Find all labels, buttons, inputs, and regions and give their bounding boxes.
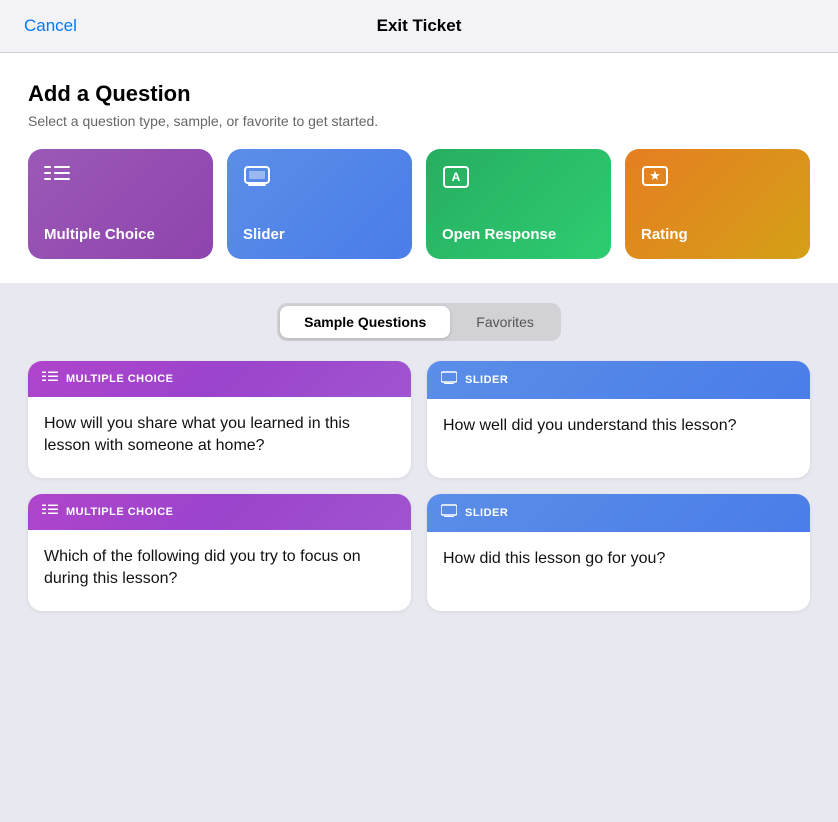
multiple-choice-small-icon	[42, 371, 58, 387]
tab-group: Sample Questions Favorites	[277, 303, 561, 341]
sample-card-slider-1-header: SLIDER	[427, 361, 810, 399]
sample-card-slider-1-type-label: SLIDER	[465, 374, 508, 386]
svg-text:★: ★	[649, 168, 661, 183]
sample-card-mc-1-header: MULTIPLE CHOICE	[28, 361, 411, 397]
slider-icon	[243, 165, 396, 194]
main-content-section: Add a Question Select a question type, s…	[0, 53, 838, 283]
sample-card-mc-2-question: Which of the following did you try to fo…	[28, 530, 411, 611]
sample-card-mc-1-type-label: MULTIPLE CHOICE	[66, 373, 174, 385]
sample-cards-grid: MULTIPLE CHOICE How will you share what …	[28, 361, 810, 611]
type-card-rating[interactable]: ★ Rating	[625, 149, 810, 259]
slider-small-icon-2	[441, 504, 457, 522]
bottom-section: Sample Questions Favorites MULTIPLE	[0, 283, 838, 822]
rating-icon: ★	[641, 165, 794, 194]
type-card-multiple-choice[interactable]: Multiple Choice	[28, 149, 213, 259]
rating-label: Rating	[641, 226, 794, 243]
add-question-title: Add a Question	[28, 81, 810, 107]
sample-card-mc-1[interactable]: MULTIPLE CHOICE How will you share what …	[28, 361, 411, 478]
open-response-label: Open Response	[442, 226, 595, 243]
open-response-icon: A	[442, 165, 595, 196]
type-cards-row: Multiple Choice Slider A Open Response	[28, 149, 810, 259]
multiple-choice-icon	[44, 165, 197, 194]
sample-card-mc-2-header: MULTIPLE CHOICE	[28, 494, 411, 530]
sample-card-slider-2[interactable]: SLIDER How did this lesson go for you?	[427, 494, 810, 611]
sample-card-slider-1-question: How well did you understand this lesson?	[427, 399, 810, 457]
cancel-button[interactable]: Cancel	[24, 16, 77, 36]
tab-favorites[interactable]: Favorites	[452, 306, 558, 338]
slider-small-icon	[441, 371, 457, 389]
multiple-choice-label: Multiple Choice	[44, 226, 197, 243]
add-question-subtitle: Select a question type, sample, or favor…	[28, 113, 810, 129]
tab-bar: Sample Questions Favorites	[28, 303, 810, 341]
sample-card-slider-2-header: SLIDER	[427, 494, 810, 532]
sample-card-slider-2-question: How did this lesson go for you?	[427, 532, 810, 590]
header: Cancel Exit Ticket	[0, 0, 838, 53]
tab-sample-questions[interactable]: Sample Questions	[280, 306, 450, 338]
page-title: Exit Ticket	[377, 16, 462, 36]
svg-text:A: A	[452, 170, 461, 184]
slider-label: Slider	[243, 226, 396, 243]
type-card-slider[interactable]: Slider	[227, 149, 412, 259]
sample-card-slider-2-type-label: SLIDER	[465, 507, 508, 519]
sample-card-mc-2[interactable]: MULTIPLE CHOICE Which of the following d…	[28, 494, 411, 611]
type-card-open-response[interactable]: A Open Response	[426, 149, 611, 259]
sample-card-mc-1-question: How will you share what you learned in t…	[28, 397, 411, 478]
sample-card-mc-2-type-label: MULTIPLE CHOICE	[66, 506, 174, 518]
multiple-choice-small-icon-2	[42, 504, 58, 520]
sample-card-slider-1[interactable]: SLIDER How well did you understand this …	[427, 361, 810, 478]
